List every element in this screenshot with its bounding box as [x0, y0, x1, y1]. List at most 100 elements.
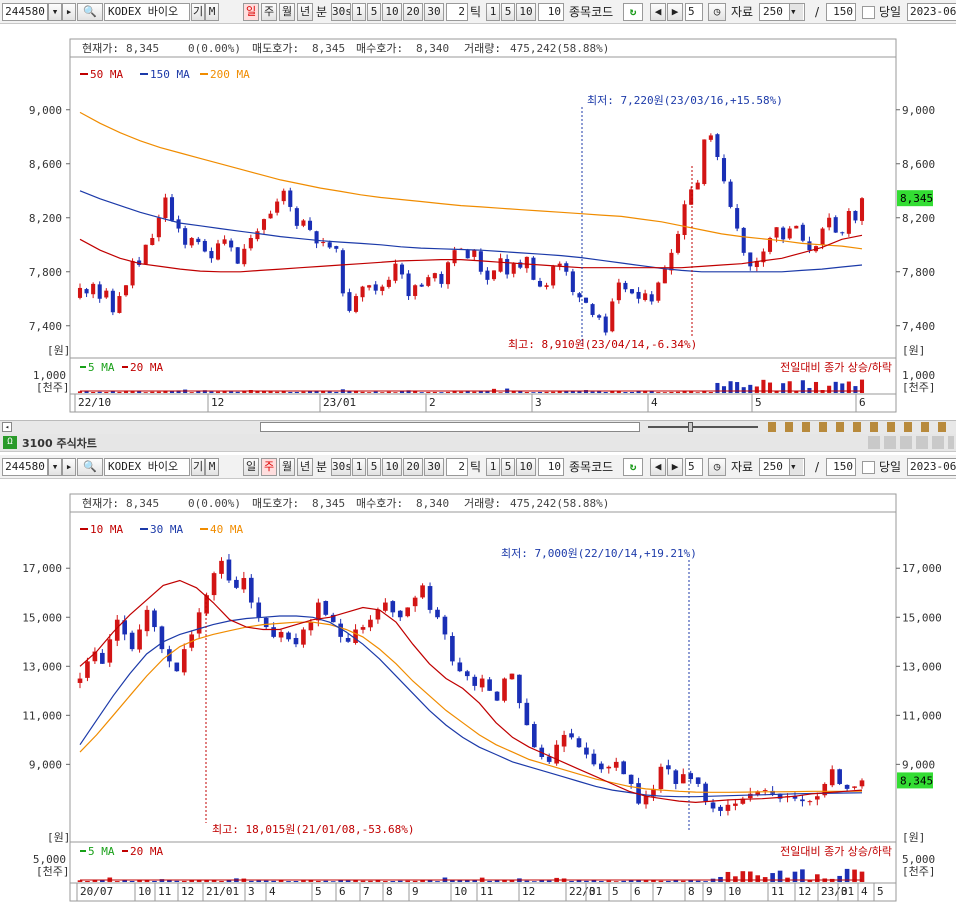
m-button[interactable]: M [205, 458, 219, 476]
refresh-icon[interactable]: ↻ [623, 3, 643, 21]
period-monthly-button[interactable]: 월 [279, 458, 295, 476]
count-value: 250 [763, 5, 783, 18]
tick-10-button[interactable]: 10 [516, 458, 536, 476]
min-30-button[interactable]: 30 [424, 3, 444, 21]
refresh-icon[interactable]: ↻ [623, 458, 643, 476]
tick-1-button[interactable]: 1 [486, 3, 500, 21]
candle [710, 802, 716, 809]
min-5-button[interactable]: 5 [367, 3, 381, 21]
date-input[interactable]: 2023-06- [907, 458, 956, 476]
scroll-track[interactable] [260, 422, 640, 432]
tick-5-button[interactable]: 5 [501, 458, 515, 476]
dropdown-arrow-button[interactable]: ▾ [48, 458, 62, 476]
min-1-button[interactable]: 1 [352, 3, 366, 21]
tick-1-button[interactable]: 1 [486, 458, 500, 476]
clock-icon[interactable]: ◷ [708, 3, 726, 21]
candle [255, 231, 260, 240]
min-20-button[interactable]: 20 [403, 3, 423, 21]
volume-bar [248, 390, 253, 393]
period-weekly-button[interactable]: 주 [261, 458, 277, 476]
dangil-checkbox[interactable] [862, 461, 875, 474]
count-select[interactable]: 250 ▾ [759, 3, 805, 21]
volume-bar [524, 880, 530, 882]
stock-code-input[interactable]: 244580 [2, 458, 48, 476]
candle [557, 263, 562, 266]
seconds-button[interactable]: 30s [331, 3, 351, 21]
tick-10-button[interactable]: 10 [516, 3, 536, 21]
volume-bar [219, 880, 224, 882]
period-yearly-button[interactable]: 년 [297, 458, 313, 476]
volume-bar [367, 392, 372, 393]
min-30-button[interactable]: 30 [424, 458, 444, 476]
candle [196, 238, 201, 243]
volume-bar [781, 383, 786, 393]
count-select[interactable]: 250 ▾ [759, 458, 805, 476]
candle [498, 258, 503, 272]
prev-icon[interactable]: ◀ [650, 3, 666, 21]
candle [234, 579, 239, 588]
candle [827, 217, 832, 228]
volume-bar [584, 880, 589, 882]
period-yearly-button[interactable]: 년 [297, 3, 313, 21]
total-input[interactable]: 150 [826, 458, 856, 476]
candle [169, 197, 175, 221]
candle [531, 724, 537, 748]
x-tick-label: 10 [728, 885, 741, 898]
candle [150, 238, 155, 246]
y-tick-label-left: 17,000 [22, 562, 62, 575]
candle [307, 220, 313, 230]
num5-input[interactable]: 5 [685, 3, 703, 21]
dangil-checkbox[interactable] [862, 6, 875, 19]
volume-bar [393, 392, 398, 393]
candle [613, 761, 619, 768]
volume-bar [143, 392, 148, 393]
x-tick-label: 11 [480, 885, 493, 898]
tick-input[interactable]: 2 [446, 3, 468, 21]
bun-label: 분 [316, 5, 328, 19]
min-10-button[interactable]: 10 [382, 3, 402, 21]
giho-button[interactable]: 기 [191, 458, 205, 476]
zoom-slider[interactable] [648, 426, 758, 428]
y-tick-label-left: 7,800 [29, 266, 62, 279]
scroll-left-icon[interactable]: ◂ [2, 422, 12, 432]
zoom-slider-handle[interactable] [688, 422, 693, 432]
search-icon[interactable]: 🔍 [77, 3, 103, 21]
stock-code-input[interactable]: 244580 [2, 3, 48, 21]
toolbar-icons-strip[interactable] [768, 422, 953, 432]
candle [386, 279, 391, 287]
ten-input[interactable]: 10 [538, 3, 564, 21]
chart-scrollbar[interactable]: ◂ [0, 420, 956, 434]
period-monthly-button[interactable]: 월 [279, 3, 295, 21]
period-weekly-button[interactable]: 주 [261, 3, 277, 21]
window-controls[interactable] [868, 436, 954, 449]
seconds-button[interactable]: 30s [331, 458, 351, 476]
info-vol-label: 거래량: [464, 497, 501, 510]
chevron-down-icon: ▾ [789, 4, 803, 20]
min-20-button[interactable]: 20 [403, 458, 423, 476]
next-icon[interactable]: ▶ [667, 3, 683, 21]
volume-bar [537, 391, 543, 393]
next-icon[interactable]: ▶ [667, 458, 683, 476]
x-tick-label: 12 [181, 885, 194, 898]
candle [577, 293, 582, 298]
volume-bar [117, 391, 122, 393]
next-arrow-button[interactable]: ▸ [62, 3, 76, 21]
period-daily-button[interactable]: 일 [243, 3, 259, 21]
giho-button[interactable]: 기 [191, 3, 205, 21]
next-arrow-button[interactable]: ▸ [62, 458, 76, 476]
ten-input[interactable]: 10 [538, 458, 564, 476]
min-10-button[interactable]: 10 [382, 458, 402, 476]
tick-5-button[interactable]: 5 [501, 3, 515, 21]
clock-icon[interactable]: ◷ [708, 458, 726, 476]
dropdown-arrow-button[interactable]: ▾ [48, 3, 62, 21]
tick-input[interactable]: 2 [446, 458, 468, 476]
min-5-button[interactable]: 5 [367, 458, 381, 476]
search-icon[interactable]: 🔍 [77, 458, 103, 476]
m-button[interactable]: M [205, 3, 219, 21]
period-daily-button[interactable]: 일 [243, 458, 259, 476]
prev-icon[interactable]: ◀ [650, 458, 666, 476]
min-1-button[interactable]: 1 [352, 458, 366, 476]
date-input[interactable]: 2023-06- [907, 3, 956, 21]
num5-input[interactable]: 5 [685, 458, 703, 476]
total-input[interactable]: 150 [826, 3, 856, 21]
